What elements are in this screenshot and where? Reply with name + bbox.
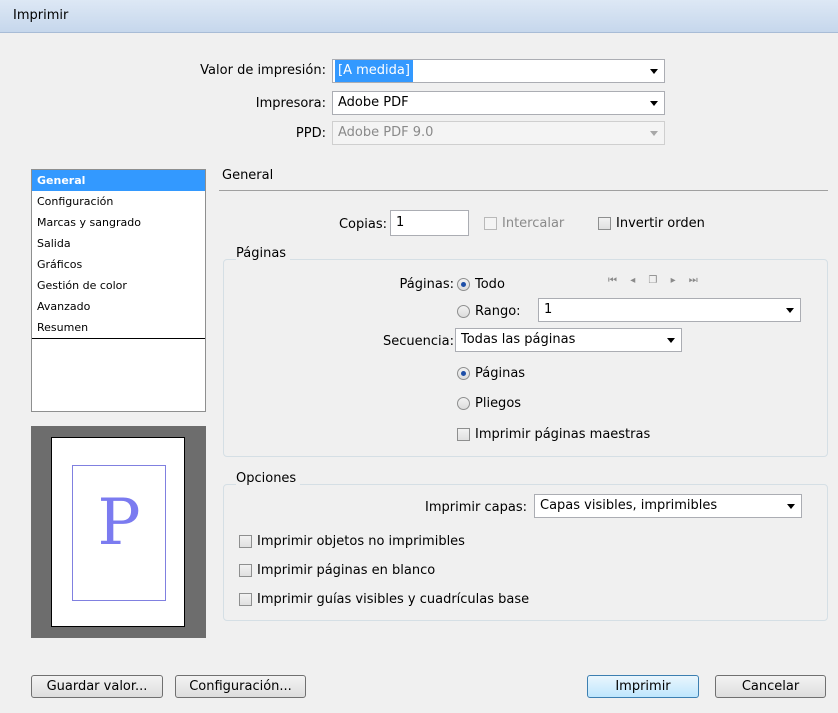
sidebar-item-graficos[interactable]: Gráficos <box>32 254 205 275</box>
last-page-icon[interactable]: ⏭ <box>689 275 698 286</box>
range-value: 1 <box>544 302 553 317</box>
sidebar-item-salida[interactable]: Salida <box>32 233 205 254</box>
blank-pages-label: Imprimir páginas en blanco <box>257 563 436 578</box>
chevron-down-icon <box>650 69 658 74</box>
chevron-down-icon <box>787 504 795 509</box>
printer-label: Impresora: <box>255 96 326 111</box>
ppd-value: Adobe PDF 9.0 <box>338 125 434 140</box>
spreads-option-label: Pliegos <box>475 396 522 411</box>
guides-checkbox[interactable] <box>239 593 252 606</box>
first-page-icon[interactable]: ⏮ <box>608 275 617 286</box>
sequence-value: Todas las páginas <box>461 332 576 347</box>
options-group-title: Opciones <box>236 471 301 486</box>
category-list: General Configuración Marcas y sangrado … <box>31 169 206 412</box>
preview-page: P <box>51 437 185 627</box>
pages-group-title: Páginas <box>236 246 291 261</box>
collate-checkbox <box>484 217 497 230</box>
setup-button[interactable]: Configuración... <box>175 675 306 698</box>
printer-dropdown[interactable]: Adobe PDF <box>332 91 665 115</box>
nonprinting-label: Imprimir objetos no imprimibles <box>257 534 465 549</box>
print-button[interactable]: Imprimir <box>587 675 699 698</box>
master-pages-checkbox[interactable] <box>457 428 470 441</box>
chevron-down-icon <box>650 131 658 136</box>
ppd-label: PPD: <box>295 126 326 141</box>
preset-dropdown[interactable]: [A medida] <box>332 59 665 83</box>
pages-range-label: Páginas: <box>399 277 454 292</box>
reverse-order-label: Invertir orden <box>616 216 705 231</box>
page-preview: P <box>31 426 206 638</box>
save-preset-button[interactable]: Guardar valor... <box>31 675 163 698</box>
range-input[interactable]: 1 <box>538 298 801 322</box>
printer-value: Adobe PDF <box>338 95 409 110</box>
reverse-order-checkbox[interactable] <box>598 217 611 230</box>
sidebar-item-avanzado[interactable]: Avanzado <box>32 296 205 317</box>
chevron-down-icon <box>786 308 794 313</box>
page-set-icon[interactable]: ❐ <box>648 275 657 286</box>
sidebar-item-marcas[interactable]: Marcas y sangrado <box>32 212 205 233</box>
title-bar: Imprimir <box>0 0 838 33</box>
layers-value: Capas visibles, imprimibles <box>540 498 718 513</box>
preset-label: Valor de impresión: <box>200 63 326 78</box>
collate-label: Intercalar <box>502 216 565 231</box>
sidebar-item-general[interactable]: General <box>32 170 205 191</box>
all-pages-label: Todo <box>475 277 505 292</box>
sequence-label: Secuencia: <box>383 334 454 349</box>
nonprinting-checkbox[interactable] <box>239 535 252 548</box>
section-divider <box>219 190 828 191</box>
range-label: Rango: <box>475 304 521 319</box>
pages-option-label: Páginas <box>475 366 526 381</box>
copies-input[interactable]: 1 <box>390 210 469 236</box>
page-navigation: ⏮ ◂ ❐ ▸ ⏭ <box>608 275 698 286</box>
sidebar-divider <box>32 338 205 339</box>
layers-dropdown[interactable]: Capas visibles, imprimibles <box>534 494 802 518</box>
spreads-option-radio[interactable] <box>457 397 470 410</box>
window-title: Imprimir <box>13 8 69 23</box>
sequence-dropdown[interactable]: Todas las páginas <box>455 328 682 352</box>
range-radio[interactable] <box>457 305 470 318</box>
preset-value: [A medida] <box>335 60 413 82</box>
all-pages-radio[interactable] <box>457 278 470 291</box>
chevron-down-icon <box>650 101 658 106</box>
sidebar-item-gestion-color[interactable]: Gestión de color <box>32 275 205 296</box>
section-title: General <box>222 168 274 183</box>
pages-option-radio[interactable] <box>457 367 470 380</box>
sidebar-item-configuracion[interactable]: Configuración <box>32 191 205 212</box>
sidebar-item-resumen[interactable]: Resumen <box>32 317 205 338</box>
cancel-button[interactable]: Cancelar <box>715 675 826 698</box>
copies-label: Copias: <box>338 217 387 232</box>
layers-label: Imprimir capas: <box>425 500 527 515</box>
ppd-dropdown: Adobe PDF 9.0 <box>332 121 665 145</box>
blank-pages-checkbox[interactable] <box>239 564 252 577</box>
next-page-icon[interactable]: ▸ <box>671 275 676 286</box>
preview-letter: P <box>97 486 141 560</box>
master-pages-label: Imprimir páginas maestras <box>475 427 651 442</box>
preview-margin-box: P <box>72 465 166 601</box>
prev-page-icon[interactable]: ◂ <box>630 275 635 286</box>
chevron-down-icon <box>667 338 675 343</box>
guides-label: Imprimir guías visibles y cuadrículas ba… <box>257 592 530 607</box>
